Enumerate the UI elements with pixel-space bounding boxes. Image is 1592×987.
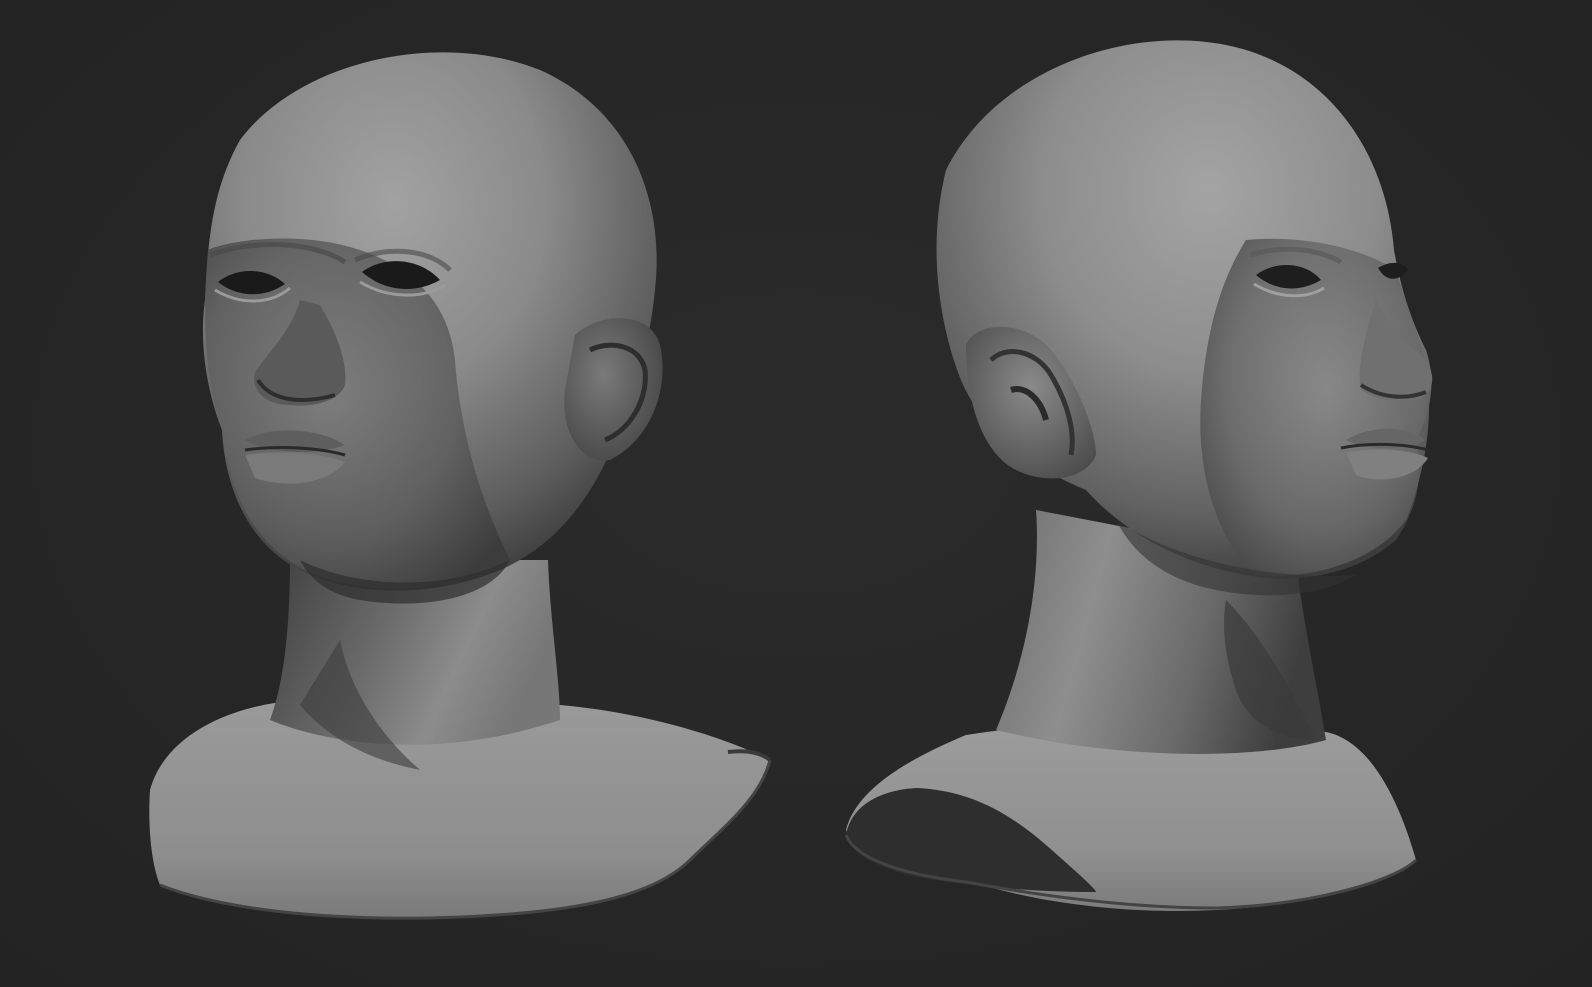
face-shading bbox=[1200, 238, 1430, 576]
bust-render-left bbox=[0, 0, 800, 987]
bust-render-right bbox=[796, 0, 1592, 987]
ear-shape bbox=[564, 318, 663, 461]
bust-sculpt-icon bbox=[149, 52, 772, 920]
viewport-canvas bbox=[0, 0, 1592, 987]
bust-sculpt-icon bbox=[844, 40, 1433, 911]
